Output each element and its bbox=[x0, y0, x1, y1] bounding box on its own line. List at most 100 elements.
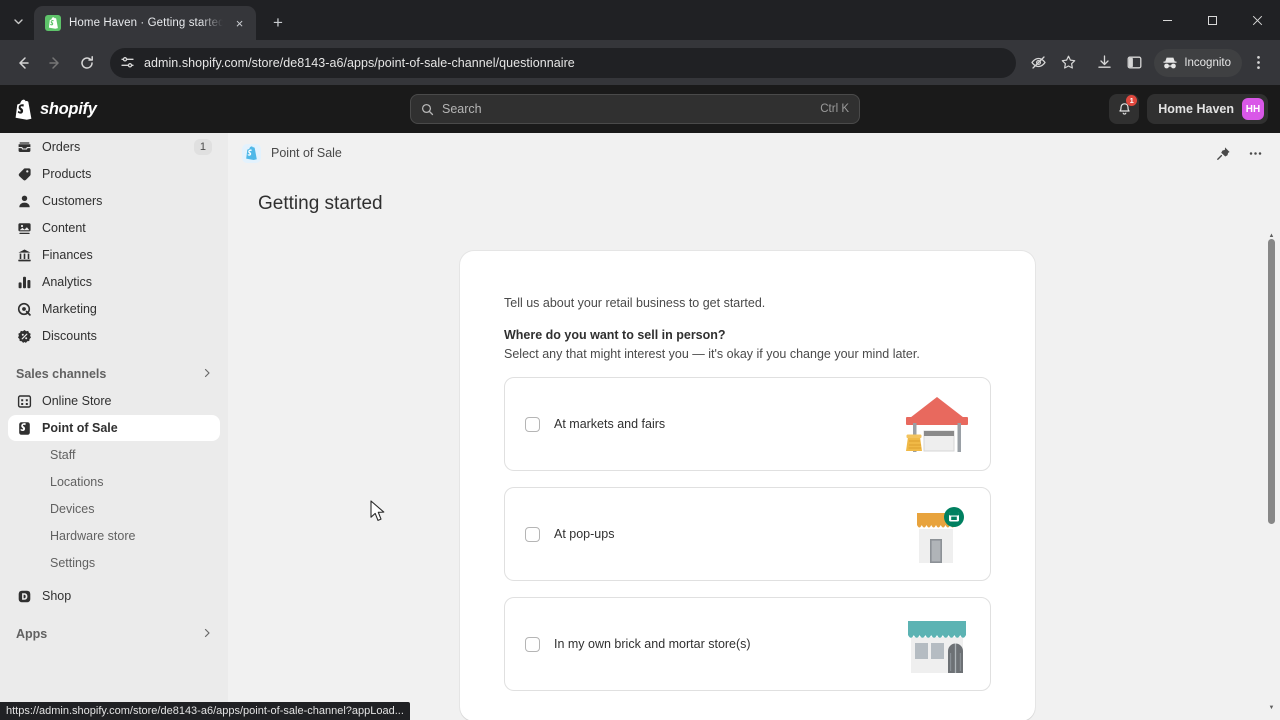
global-search[interactable]: Search Ctrl K bbox=[410, 94, 860, 124]
sidebar-item-content[interactable]: Content bbox=[8, 215, 220, 241]
sidebar-section-label: Apps bbox=[16, 627, 48, 641]
app-name: Point of Sale bbox=[271, 146, 342, 160]
sidebar-item-label: Orders bbox=[42, 140, 81, 154]
star-icon[interactable] bbox=[1054, 49, 1082, 77]
sidebar-item-label: Customers bbox=[42, 194, 103, 208]
sidebar-item-discounts[interactable]: Discounts bbox=[8, 323, 220, 349]
main-content: Point of Sale Getting started Tell us ab… bbox=[228, 133, 1280, 720]
download-icon[interactable] bbox=[1090, 49, 1118, 77]
sidebar-item-point-of-sale[interactable]: Point of Sale bbox=[8, 415, 220, 441]
option-label: At markets and fairs bbox=[554, 417, 666, 431]
sidebar-item-label: Content bbox=[42, 221, 86, 235]
shopify-favicon-icon bbox=[45, 15, 61, 31]
brick-mortar-store-illustration-icon bbox=[900, 609, 974, 679]
shop-icon bbox=[16, 588, 32, 604]
checkbox-pop-ups[interactable] bbox=[525, 526, 540, 542]
sidebar-item-label: Analytics bbox=[42, 275, 93, 289]
sidebar-section-label: Sales channels bbox=[16, 367, 107, 381]
card-intro-text: Tell us about your retail business to ge… bbox=[504, 296, 766, 310]
app-header: Point of Sale bbox=[228, 133, 1280, 173]
discount-icon bbox=[16, 328, 32, 344]
tab-title: Home Haven · Getting started bbox=[69, 17, 223, 29]
checkbox-brick-and-mortar[interactable] bbox=[525, 636, 540, 652]
shopify-logo[interactable]: shopify bbox=[14, 99, 214, 120]
three-dot-icon[interactable] bbox=[1244, 142, 1266, 164]
address-bar[interactable]: admin.shopify.com/store/de8143-a6/apps/p… bbox=[110, 47, 1017, 78]
notifications-button[interactable]: 1 bbox=[1109, 94, 1140, 124]
sidebar-item-shop[interactable]: Shop bbox=[8, 583, 220, 609]
shopify-wordmark: shopify bbox=[40, 99, 97, 118]
sidebar-item-products[interactable]: Products bbox=[8, 161, 220, 187]
incognito-label: Incognito bbox=[1184, 56, 1231, 69]
pos-icon bbox=[16, 420, 32, 436]
search-icon bbox=[421, 103, 434, 116]
person-icon bbox=[16, 193, 32, 209]
store-name: Home Haven bbox=[1158, 102, 1234, 116]
close-icon[interactable] bbox=[1235, 0, 1280, 40]
store-menu-button[interactable]: Home Haven HH bbox=[1147, 94, 1268, 124]
search-shortcut-hint: Ctrl K bbox=[820, 103, 849, 115]
scrollbar-thumb[interactable] bbox=[1268, 239, 1275, 524]
sidebar-subitem-hardware-store[interactable]: Hardware store bbox=[8, 523, 220, 549]
option-brick-and-mortar[interactable]: In my own brick and mortar store(s) bbox=[504, 597, 991, 691]
incognito-indicator[interactable]: Incognito bbox=[1154, 48, 1242, 77]
sidebar-subitem-staff[interactable]: Staff bbox=[8, 442, 220, 468]
popup-shop-illustration-icon bbox=[900, 499, 974, 569]
tag-icon bbox=[16, 166, 32, 182]
side-panel-icon[interactable] bbox=[1120, 49, 1148, 77]
card-question: Where do you want to sell in person? bbox=[504, 328, 726, 342]
close-tab-icon[interactable]: × bbox=[231, 15, 248, 32]
option-pop-ups[interactable]: At pop-ups bbox=[504, 487, 991, 581]
page-scrollbar[interactable]: ▲ ▼ bbox=[1264, 233, 1279, 720]
sidebar-item-marketing[interactable]: Marketing bbox=[8, 296, 220, 322]
option-label: At pop-ups bbox=[554, 527, 615, 541]
eye-slash-icon[interactable] bbox=[1024, 49, 1052, 77]
forward-arrow-icon[interactable] bbox=[40, 48, 70, 78]
option-markets-and-fairs[interactable]: At markets and fairs bbox=[504, 377, 991, 471]
option-label: In my own brick and mortar store(s) bbox=[554, 637, 751, 651]
new-tab-button[interactable]: + bbox=[264, 8, 292, 36]
sidebar-item-label: Discounts bbox=[42, 329, 97, 343]
three-dot-menu-icon[interactable] bbox=[1244, 49, 1272, 77]
shopify-pos-icon bbox=[242, 143, 261, 163]
back-arrow-icon[interactable] bbox=[8, 48, 38, 78]
notification-badge: 1 bbox=[1126, 95, 1138, 106]
sidebar-item-label: Online Store bbox=[42, 394, 112, 408]
sidebar-item-online-store[interactable]: Online Store bbox=[8, 388, 220, 414]
tab-search-button[interactable] bbox=[4, 7, 32, 35]
pin-icon[interactable] bbox=[1212, 142, 1234, 164]
bar-chart-icon bbox=[16, 274, 32, 290]
sidebar-subitem-locations[interactable]: Locations bbox=[8, 469, 220, 495]
orders-count-badge: 1 bbox=[193, 139, 212, 155]
tab-strip: Home Haven · Getting started × + bbox=[0, 0, 1280, 40]
sidebar-section-apps[interactable]: Apps bbox=[8, 621, 220, 647]
sidebar-subitem-devices[interactable]: Devices bbox=[8, 496, 220, 522]
sidebar-subitem-settings[interactable]: Settings bbox=[8, 550, 220, 576]
browser-tab[interactable]: Home Haven · Getting started × bbox=[34, 6, 256, 40]
sidebar-item-orders[interactable]: Orders 1 bbox=[8, 134, 220, 160]
chevron-right-icon[interactable] bbox=[202, 628, 212, 641]
maximize-icon[interactable] bbox=[1190, 0, 1235, 40]
sidebar-item-label: Finances bbox=[42, 248, 93, 262]
avatar: HH bbox=[1242, 98, 1264, 120]
scroll-down-arrow-icon[interactable]: ▼ bbox=[1268, 705, 1275, 711]
topbar-right: 1 Home Haven HH bbox=[1109, 85, 1268, 133]
shopify-top-bar: shopify Search Ctrl K 1 Home Haven HH bbox=[0, 85, 1280, 133]
reload-icon[interactable] bbox=[72, 48, 102, 78]
checkbox-markets-and-fairs[interactable] bbox=[525, 416, 540, 432]
sidebar-item-analytics[interactable]: Analytics bbox=[8, 269, 220, 295]
chevron-right-icon[interactable] bbox=[202, 368, 212, 381]
sidebar-section-sales-channels[interactable]: Sales channels bbox=[8, 361, 220, 387]
search-input[interactable]: Search bbox=[442, 102, 812, 116]
page-title: Getting started bbox=[258, 193, 383, 214]
site-settings-icon[interactable] bbox=[120, 55, 135, 70]
minimize-icon[interactable] bbox=[1145, 0, 1190, 40]
sidebar-item-finances[interactable]: Finances bbox=[8, 242, 220, 268]
sidebar-item-label: Point of Sale bbox=[42, 421, 118, 435]
market-tent-illustration-icon bbox=[900, 389, 974, 459]
browser-toolbar: admin.shopify.com/store/de8143-a6/apps/p… bbox=[0, 40, 1280, 85]
target-icon bbox=[16, 301, 32, 317]
sidebar-item-customers[interactable]: Customers bbox=[8, 188, 220, 214]
app-body: Orders 1 Products Customers Content Fina… bbox=[0, 133, 1280, 720]
address-bar-url: admin.shopify.com/store/de8143-a6/apps/p… bbox=[144, 55, 575, 70]
